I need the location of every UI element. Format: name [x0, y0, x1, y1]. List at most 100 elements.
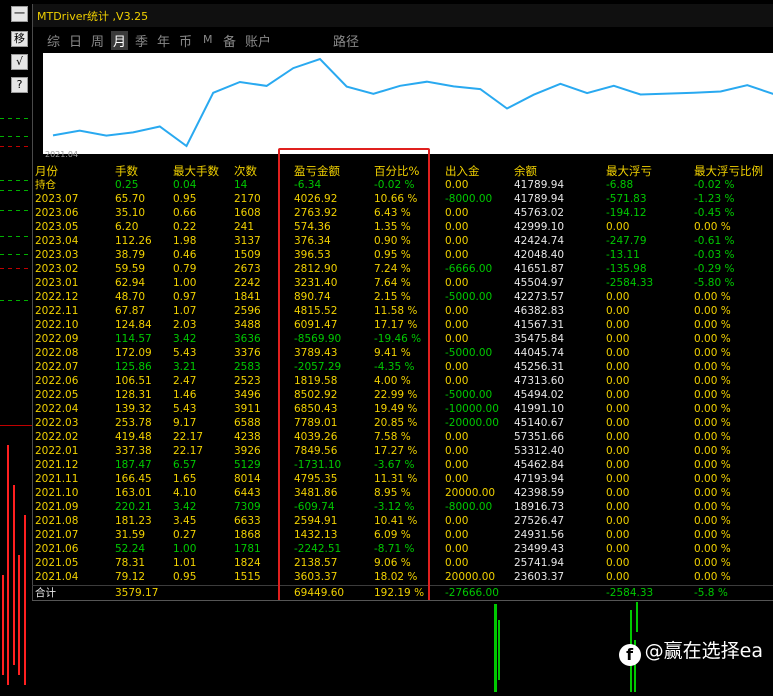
minimize-button[interactable]: 一: [11, 6, 28, 22]
period-cell: 2022.08: [35, 347, 79, 359]
period-cell: 2021.09: [35, 501, 79, 513]
flow-cell: -8000.00: [445, 193, 493, 205]
max-drawdown-pct-cell: 0.00 %: [694, 375, 731, 387]
max-drawdown-cell: 0.00: [606, 319, 630, 331]
column-header[interactable]: 最大浮亏比例: [694, 164, 763, 178]
lots-cell: 35.10: [115, 207, 146, 219]
count-cell: 3137: [234, 235, 261, 247]
max-lots-cell: 0.27: [173, 529, 197, 541]
help-button[interactable]: ?: [11, 77, 28, 93]
max-drawdown-pct-cell: 0.00 %: [694, 403, 731, 415]
balance-cell: 47193.94: [514, 473, 565, 485]
column-header[interactable]: 最大手数: [173, 164, 219, 178]
period-cell: 2023.01: [35, 277, 79, 289]
max-lots-cell: 5.43: [173, 347, 197, 359]
level-line: [0, 268, 32, 269]
flow-cell: -6666.00: [445, 263, 493, 275]
flow-cell: 0.00: [445, 529, 469, 541]
balance-cell: 42999.10: [514, 221, 565, 233]
period-cell: 2022.06: [35, 375, 79, 387]
max-lots-cell: 5.43: [173, 403, 197, 415]
lots-cell: 337.38: [115, 445, 152, 457]
count-cell: 1841: [234, 291, 261, 303]
count-cell: 241: [234, 221, 255, 233]
max-lots-cell: 22.17: [173, 445, 204, 457]
balance-cell: 47313.60: [514, 375, 565, 387]
max-lots-cell: 0.95: [173, 193, 197, 205]
lots-cell: 125.86: [115, 361, 152, 373]
max-lots-cell: 0.46: [173, 249, 197, 261]
flow-cell: 0.00: [445, 277, 469, 289]
level-line: [0, 146, 32, 147]
column-header[interactable]: 出入金: [445, 164, 480, 178]
count-cell: 3376: [234, 347, 261, 359]
level-line: [0, 136, 32, 137]
period-cell: 2022.01: [35, 445, 79, 457]
column-header[interactable]: 最大浮亏: [606, 164, 652, 178]
balance-cell: 46382.83: [514, 305, 565, 317]
level-line: [0, 118, 32, 119]
max-lots-cell: 22.17: [173, 431, 204, 443]
lots-cell: 112.26: [115, 235, 152, 247]
count-cell: 2523: [234, 375, 261, 387]
flow-cell: 0.00: [445, 473, 469, 485]
column-header[interactable]: 手数: [115, 164, 138, 178]
max-drawdown-pct-cell: 0.00 %: [694, 431, 731, 443]
balance-cell: 18916.73: [514, 501, 565, 513]
max-drawdown-cell: 0.00: [606, 543, 630, 555]
lots-cell: 0.25: [115, 179, 139, 191]
period-cell: 2021.04: [35, 571, 79, 583]
highlight-box: [278, 148, 430, 618]
max-drawdown-cell: -571.83: [606, 193, 647, 205]
period-cell: 2022.02: [35, 431, 79, 443]
flow-cell: -10000.00: [445, 403, 499, 415]
flow-cell: 0.00: [445, 319, 469, 331]
period-cell: 2021.12: [35, 459, 79, 471]
period-cell: 2022.03: [35, 417, 79, 429]
flow-cell: -8000.00: [445, 501, 493, 513]
max-drawdown-cell: 0.00: [606, 473, 630, 485]
period-cell: 2022.11: [35, 305, 79, 317]
move-button[interactable]: 移: [11, 31, 28, 47]
count-cell: 2242: [234, 277, 261, 289]
lots-cell: 78.31: [115, 557, 146, 569]
column-header[interactable]: 次数: [234, 164, 257, 178]
period-cell: 2023.04: [35, 235, 79, 247]
max-drawdown-cell: -135.98: [606, 263, 647, 275]
balance-cell: 45494.02: [514, 389, 565, 401]
column-header[interactable]: 余额: [514, 164, 537, 178]
lots-cell: 419.48: [115, 431, 152, 443]
max-drawdown-pct-cell: -5.8 %: [694, 587, 728, 599]
max-drawdown-pct-cell: 0.00 %: [694, 543, 731, 555]
lots-cell: 253.78: [115, 417, 152, 429]
flow-cell: 0.00: [445, 235, 469, 247]
max-drawdown-pct-cell: 0.00 %: [694, 515, 731, 527]
lots-cell: 48.70: [115, 291, 146, 303]
max-drawdown-cell: 0.00: [606, 375, 630, 387]
max-drawdown-cell: -2584.33: [606, 587, 654, 599]
balance-cell: 27526.47: [514, 515, 565, 527]
balance-cell: 41991.10: [514, 403, 565, 415]
max-drawdown-pct-cell: 0.00 %: [694, 221, 731, 233]
balance-cell: 45140.67: [514, 417, 565, 429]
flow-cell: 0.00: [445, 361, 469, 373]
period-cell: 2022.12: [35, 291, 79, 303]
period-cell: 2021.10: [35, 487, 79, 499]
max-drawdown-pct-cell: 0.00 %: [694, 571, 731, 583]
max-drawdown-pct-cell: 0.00 %: [694, 473, 731, 485]
count-cell: 3488: [234, 319, 261, 331]
flow-cell: 0.00: [445, 543, 469, 555]
lots-cell: 65.70: [115, 193, 146, 205]
max-drawdown-pct-cell: 0.00 %: [694, 347, 731, 359]
lots-cell: 172.09: [115, 347, 152, 359]
max-lots-cell: 3.45: [173, 515, 197, 527]
check-button[interactable]: √: [11, 54, 28, 70]
max-drawdown-cell: -6.88: [606, 179, 634, 191]
column-header[interactable]: 月份: [35, 164, 58, 178]
balance-cell: 41789.94: [514, 179, 565, 191]
count-cell: 3496: [234, 389, 261, 401]
max-lots-cell: 1.00: [173, 277, 197, 289]
period-cell: 2022.09: [35, 333, 79, 345]
balance-cell: 35475.84: [514, 333, 565, 345]
lots-cell: 38.79: [115, 249, 146, 261]
